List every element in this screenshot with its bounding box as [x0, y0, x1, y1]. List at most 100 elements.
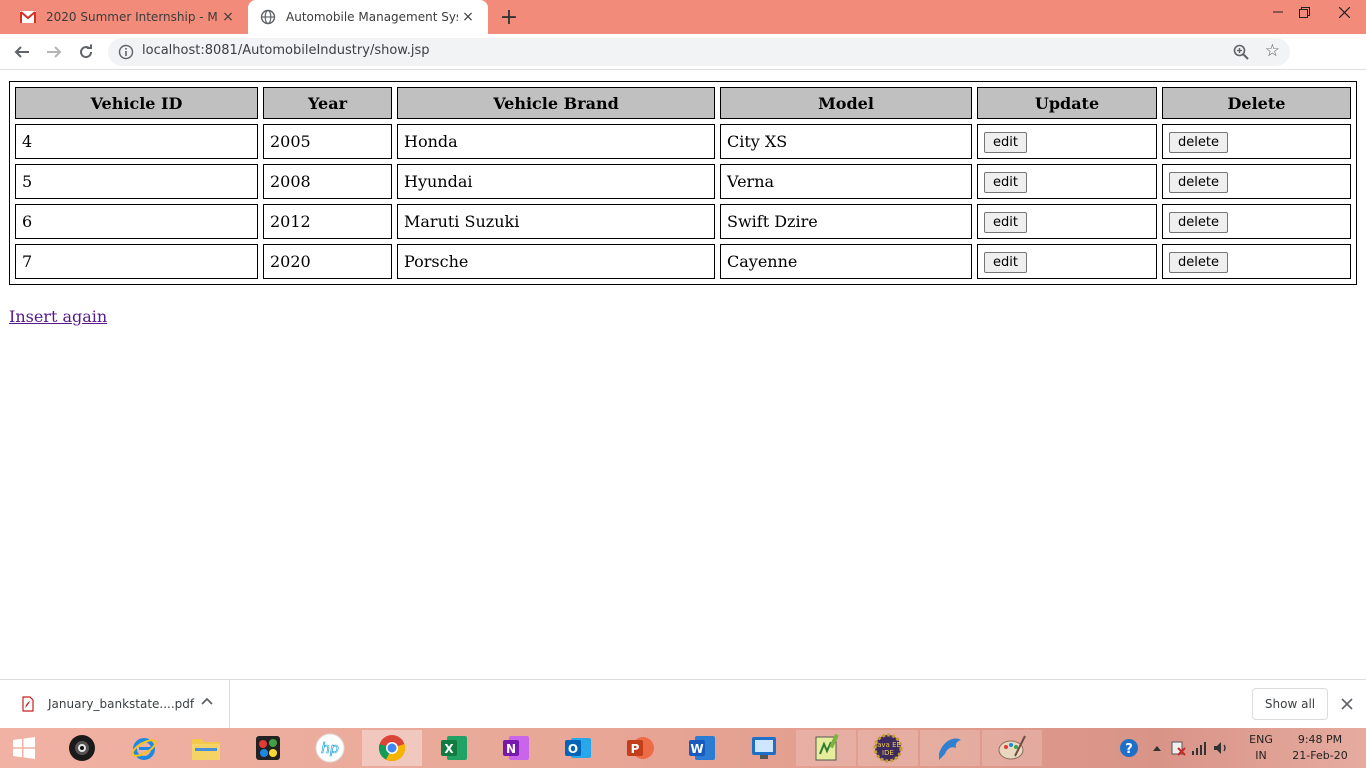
cell-delete: delete: [1162, 204, 1351, 239]
cell-model: Cayenne: [720, 244, 972, 279]
cell-model: Verna: [720, 164, 972, 199]
vehicles-table: Vehicle ID Year Vehicle Brand Model Upda…: [9, 81, 1357, 285]
lang-code: ENG: [1249, 733, 1273, 746]
security-icon[interactable]: [1168, 737, 1188, 759]
cell-vehicle-id: 6: [15, 204, 258, 239]
edit-button[interactable]: edit: [984, 211, 1027, 233]
table-header-row: Vehicle ID Year Vehicle Brand Model Upda…: [15, 87, 1351, 119]
cell-vehicle-id: 4: [15, 124, 258, 159]
header-brand: Vehicle Brand: [397, 87, 715, 119]
cell-year: 2008: [263, 164, 392, 199]
remote-desktop-icon[interactable]: [734, 730, 794, 766]
edit-button[interactable]: edit: [984, 171, 1027, 193]
tab-title: 2020 Summer Internship - Mitch: [46, 10, 218, 24]
cell-vehicle-id: 5: [15, 164, 258, 199]
globe-icon: [260, 9, 276, 25]
cell-brand: Porsche: [397, 244, 715, 279]
hp-icon[interactable]: hp: [300, 730, 360, 766]
word-icon[interactable]: W: [672, 730, 732, 766]
onenote-icon[interactable]: N: [486, 730, 546, 766]
new-tab-button[interactable]: +: [496, 4, 522, 30]
chevron-up-icon[interactable]: [1146, 737, 1168, 759]
header-update: Update: [977, 87, 1157, 119]
table-row: 5 2008 Hyundai Verna edit delete: [15, 164, 1351, 199]
edit-button[interactable]: edit: [984, 131, 1027, 153]
bookmark-star-icon[interactable]: ☆: [1265, 41, 1280, 61]
help-icon[interactable]: ?: [1118, 737, 1140, 759]
windows-taskbar: hp X N O P W Java EE IDE ? ENG IN 9:48 P…: [0, 728, 1366, 768]
clock-date: 21-Feb-20: [1292, 749, 1348, 762]
pdf-file-icon: [20, 696, 36, 712]
back-icon[interactable]: [8, 38, 36, 66]
svg-text:IDE: IDE: [882, 749, 894, 757]
delete-button[interactable]: delete: [1169, 251, 1228, 273]
delete-button[interactable]: delete: [1169, 131, 1228, 153]
network-icon[interactable]: [1188, 737, 1210, 759]
restore-icon[interactable]: [1286, 0, 1322, 24]
chevron-up-icon[interactable]: [200, 694, 214, 708]
forward-icon[interactable]: [40, 38, 68, 66]
tab-gmail[interactable]: 2020 Summer Internship - Mitch ×: [8, 0, 248, 34]
delete-button[interactable]: delete: [1169, 171, 1228, 193]
header-year: Year: [263, 87, 392, 119]
reload-icon[interactable]: [72, 38, 100, 66]
dolphin-icon[interactable]: [920, 730, 980, 766]
excel-icon[interactable]: X: [424, 730, 484, 766]
delete-button[interactable]: delete: [1169, 211, 1228, 233]
svg-text:P: P: [631, 742, 640, 756]
powerpoint-icon[interactable]: P: [610, 730, 670, 766]
cell-delete: delete: [1162, 124, 1351, 159]
taskbar-clock[interactable]: 9:48 PM 21-Feb-20: [1288, 732, 1352, 764]
svg-text:W: W: [690, 742, 703, 756]
windows-start-icon[interactable]: [0, 730, 48, 766]
window-close-icon[interactable]: [1326, 0, 1362, 24]
notepad-plus-icon[interactable]: [796, 730, 856, 766]
cell-brand: Hyundai: [397, 164, 715, 199]
chrome-icon[interactable]: [362, 730, 422, 766]
info-icon[interactable]: [118, 44, 134, 60]
edit-button[interactable]: edit: [984, 251, 1027, 273]
table-row: 6 2012 Maruti Suzuki Swift Dzire edit de…: [15, 204, 1351, 239]
zoom-icon[interactable]: [1232, 43, 1250, 61]
cell-year: 2020: [263, 244, 392, 279]
address-bar[interactable]: localhost:8081/AutomobileIndustry/show.j…: [108, 38, 1290, 66]
cell-vehicle-id: 7: [15, 244, 258, 279]
tab-automobile[interactable]: Automobile Management Systen ×: [248, 0, 488, 34]
svg-text:O: O: [568, 742, 578, 756]
gmail-icon: [20, 9, 36, 25]
speaker-icon[interactable]: [1210, 737, 1232, 759]
java-ee-ide-icon[interactable]: Java EE IDE: [858, 730, 918, 766]
cell-year: 2012: [263, 204, 392, 239]
cell-year: 2005: [263, 124, 392, 159]
svg-text:X: X: [444, 742, 454, 756]
table-row: 7 2020 Porsche Cayenne edit delete: [15, 244, 1351, 279]
svg-text:Java EE: Java EE: [874, 741, 901, 749]
outlook-icon[interactable]: O: [548, 730, 608, 766]
cell-update: edit: [977, 244, 1157, 279]
close-icon[interactable]: ×: [218, 7, 238, 27]
url-text[interactable]: localhost:8081/AutomobileIndustry/show.j…: [142, 43, 430, 58]
svg-text:hp: hp: [321, 741, 339, 757]
internet-explorer-icon[interactable]: [114, 730, 174, 766]
lang-region: IN: [1255, 749, 1267, 762]
show-all-button[interactable]: Show all: [1252, 688, 1328, 720]
paint-palette-icon[interactable]: [982, 730, 1042, 766]
cell-delete: delete: [1162, 244, 1351, 279]
clock-time: 9:48 PM: [1297, 733, 1343, 746]
header-model: Model: [720, 87, 972, 119]
insert-again-link[interactable]: Insert again: [9, 307, 107, 326]
paint-app-icon[interactable]: [238, 730, 298, 766]
download-item[interactable]: January_bankstate....pdf: [0, 680, 230, 729]
input-language-indicator[interactable]: ENG IN: [1246, 732, 1276, 764]
system-tray: ?: [1118, 728, 1232, 768]
close-icon[interactable]: [1338, 695, 1356, 713]
webcam-app-icon[interactable]: [52, 730, 112, 766]
file-explorer-icon[interactable]: [176, 730, 236, 766]
page-content: Vehicle ID Year Vehicle Brand Model Upda…: [0, 71, 1366, 679]
download-shelf: January_bankstate....pdf Show all: [0, 679, 1366, 729]
cell-model: Swift Dzire: [720, 204, 972, 239]
close-icon[interactable]: ×: [458, 7, 478, 27]
svg-text:?: ?: [1125, 742, 1133, 757]
download-file-name: January_bankstate....pdf: [48, 697, 195, 711]
header-vehicle-id: Vehicle ID: [15, 87, 258, 119]
